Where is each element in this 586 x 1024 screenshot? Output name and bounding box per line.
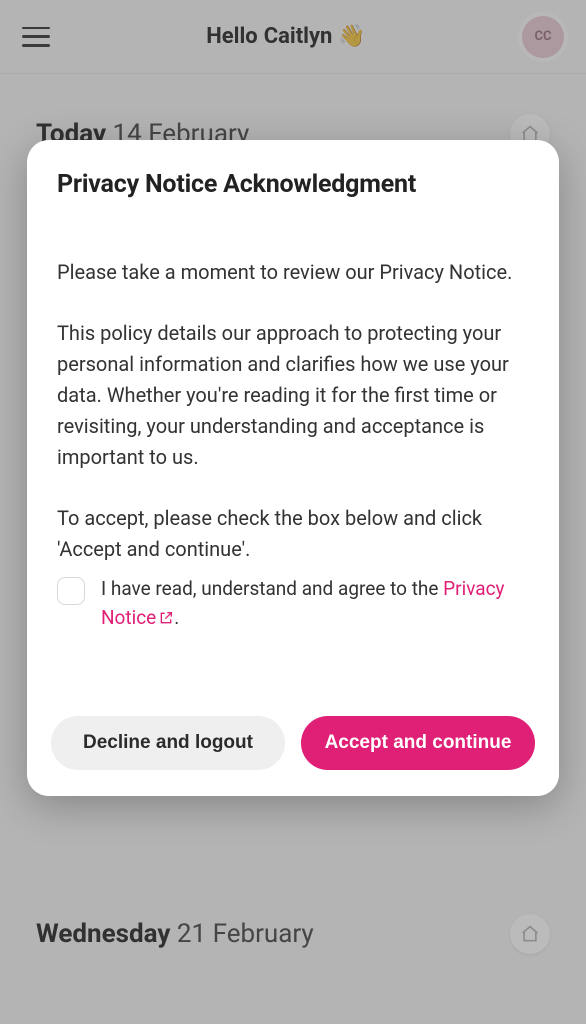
modal-body: Privacy Notice Acknowledgment Please tak… — [27, 140, 559, 654]
modal-para-1: Please take a moment to review our Priva… — [57, 257, 529, 288]
modal-para-2: This policy details our approach to prot… — [57, 318, 529, 473]
modal-title: Privacy Notice Acknowledgment — [57, 170, 529, 199]
external-link-icon — [158, 606, 174, 635]
consent-label-pre: I have read, understand and agree to the — [101, 577, 443, 600]
accept-button[interactable]: Accept and continue — [301, 716, 535, 770]
decline-button[interactable]: Decline and logout — [51, 716, 285, 770]
modal-para-3: To accept, please check the box below an… — [57, 503, 529, 565]
consent-label-post: . — [174, 606, 179, 629]
modal-overlay: Privacy Notice Acknowledgment Please tak… — [0, 0, 586, 1024]
consent-row: I have read, understand and agree to the… — [57, 575, 529, 634]
modal-text: Please take a moment to review our Priva… — [57, 257, 529, 565]
modal-footer: Decline and logout Accept and continue — [27, 694, 559, 796]
consent-label: I have read, understand and agree to the… — [101, 575, 529, 634]
consent-checkbox[interactable] — [57, 577, 85, 605]
privacy-modal: Privacy Notice Acknowledgment Please tak… — [27, 140, 559, 796]
